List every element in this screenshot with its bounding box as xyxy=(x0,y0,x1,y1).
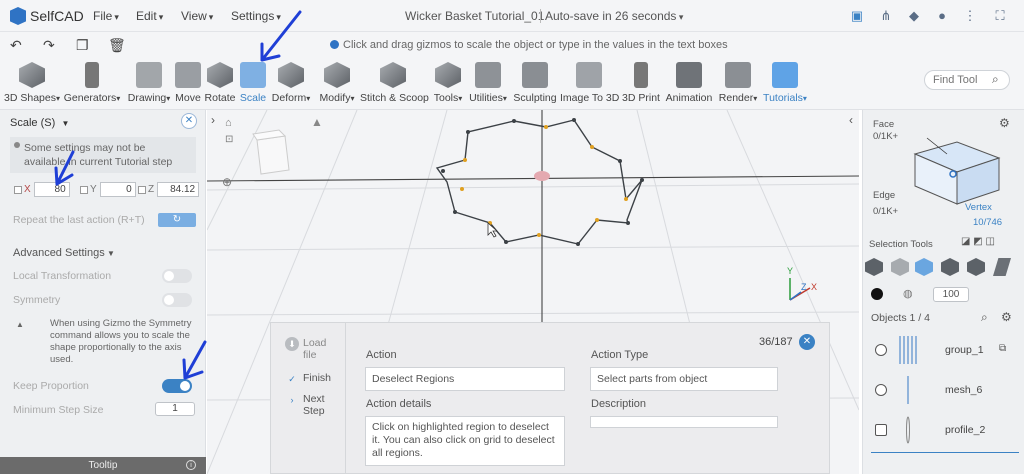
annotation-arrow-scale xyxy=(260,10,302,62)
annotation-overlay xyxy=(54,10,302,380)
annotation-arrow-keep-proportion xyxy=(182,340,207,380)
annotation-arrow-x-input xyxy=(54,150,75,186)
